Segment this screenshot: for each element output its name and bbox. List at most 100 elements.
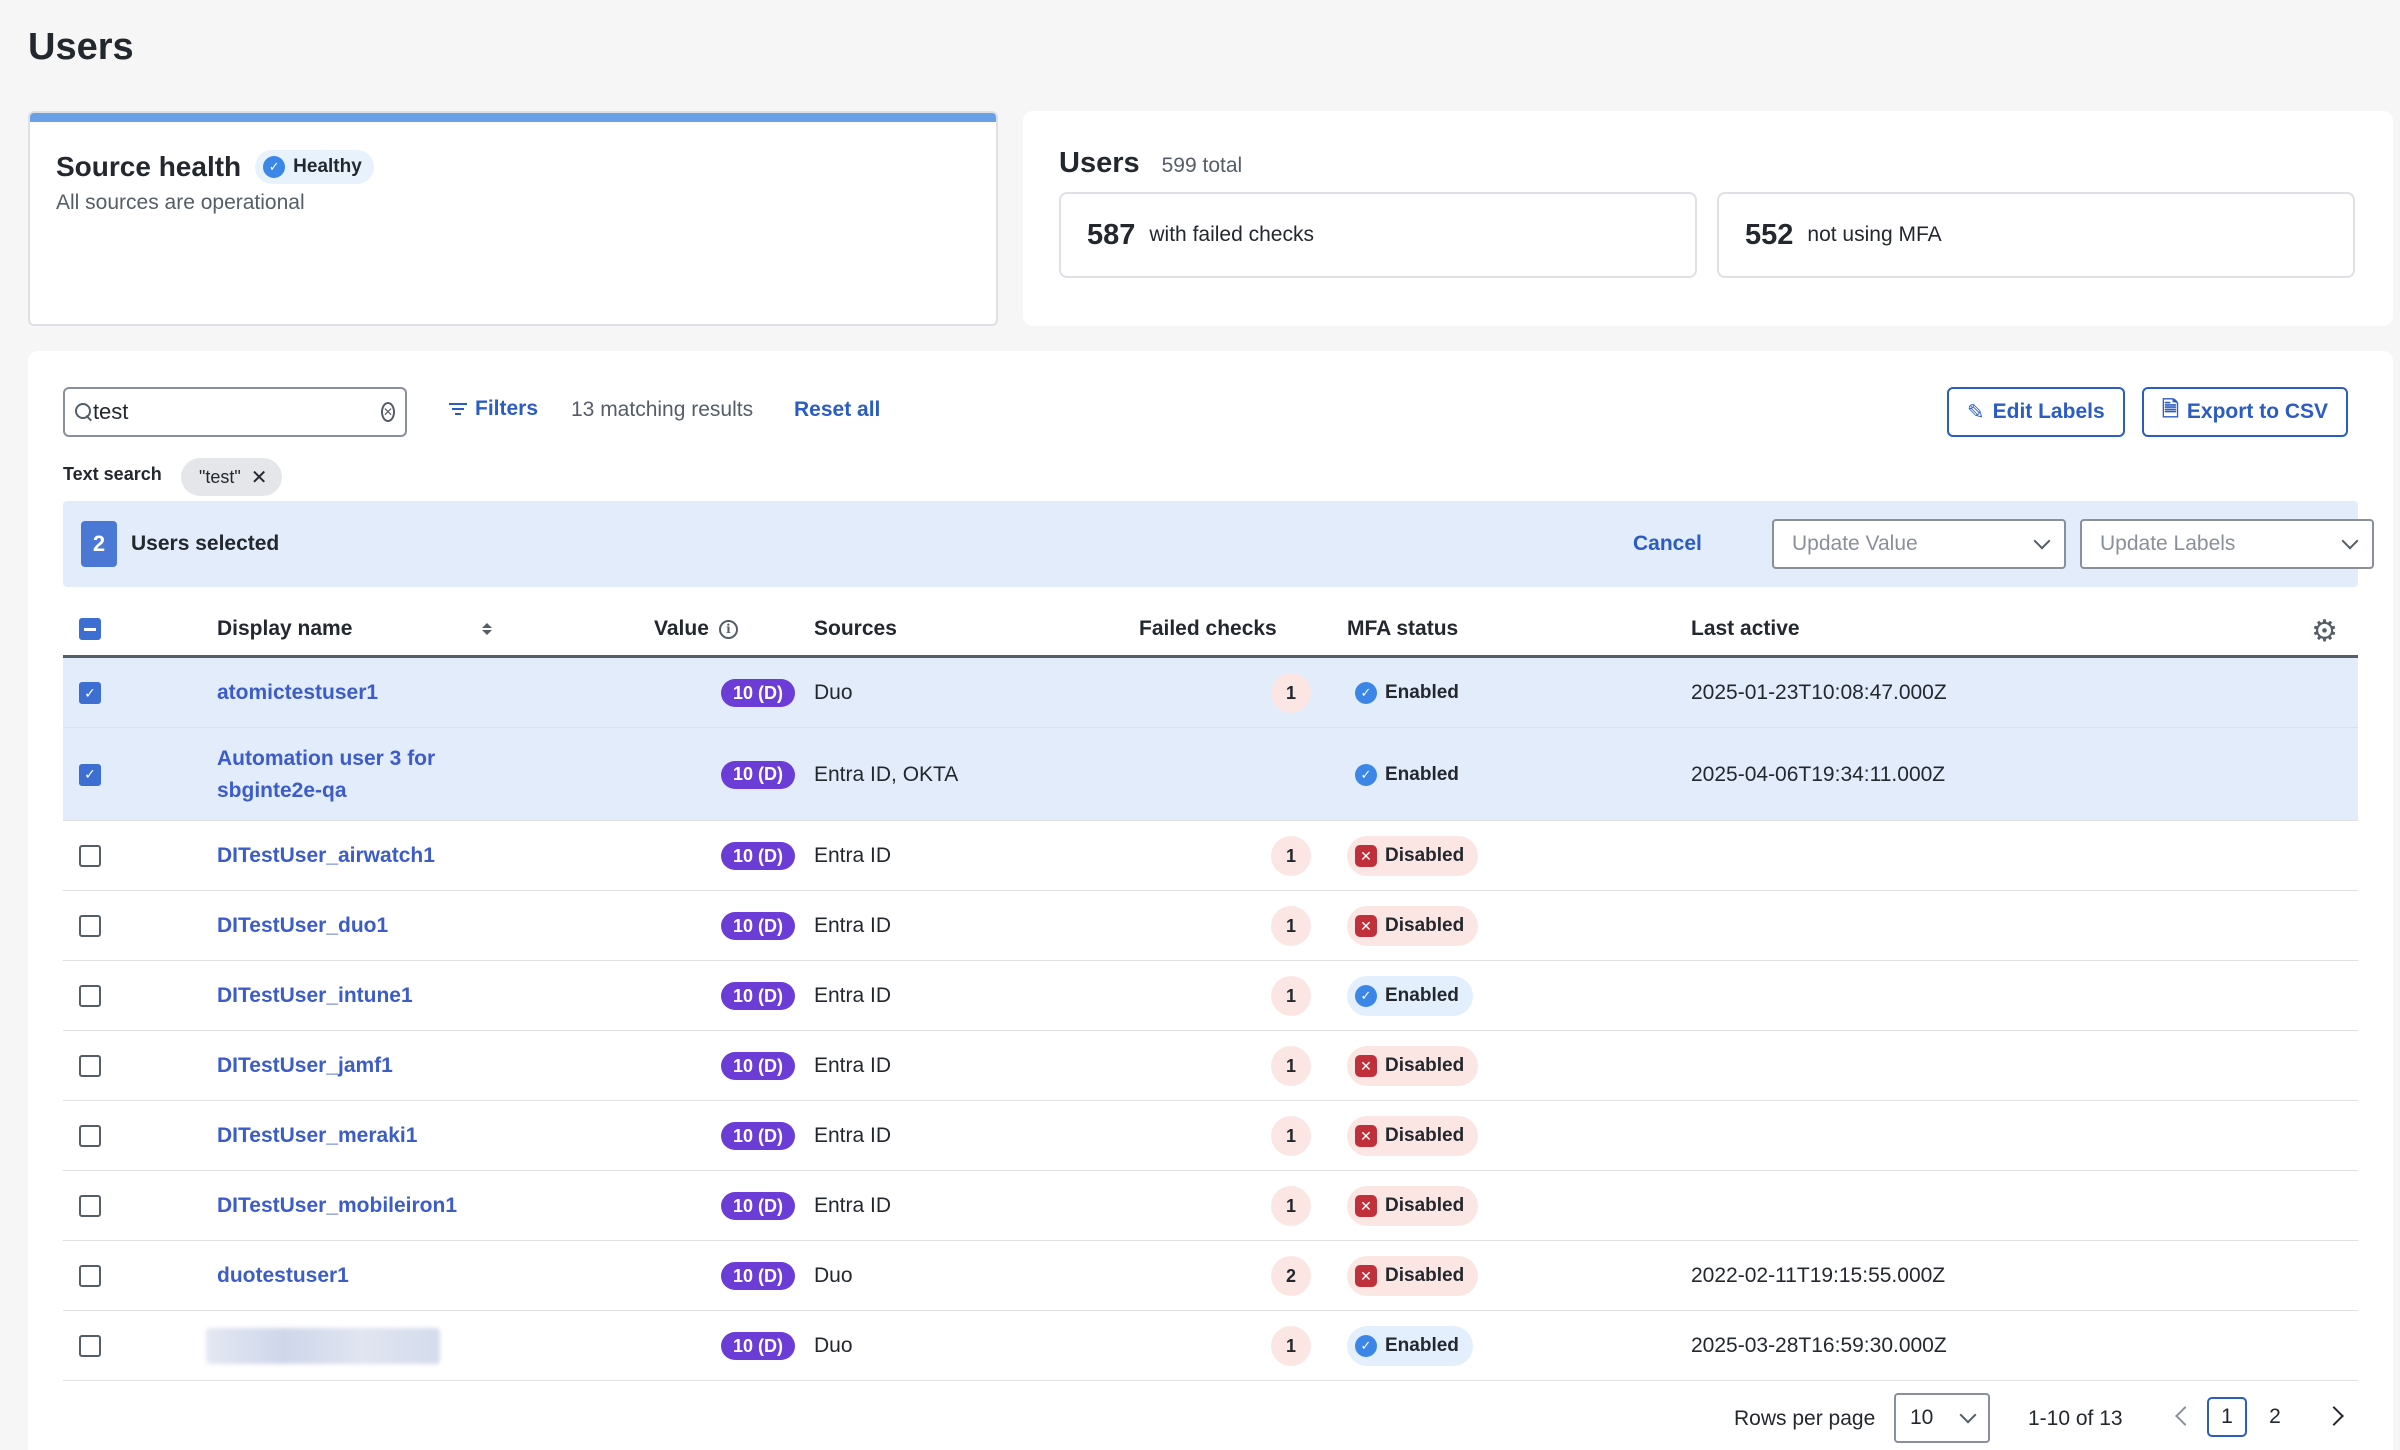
failed-checks-count[interactable]: 1	[1271, 906, 1311, 946]
update-labels-dropdown[interactable]: Update Labels	[2080, 519, 2374, 569]
mfa-status-badge: ✕ Disabled	[1347, 1256, 1479, 1296]
clear-search-icon[interactable]: ✕	[380, 402, 395, 422]
users-total: 599 total	[1161, 154, 1243, 177]
stat-label: not using MFA	[1807, 223, 1942, 246]
row-checkbox[interactable]	[79, 1055, 101, 1077]
update-value-dropdown[interactable]: Update Value	[1772, 519, 2066, 569]
row-checkbox[interactable]	[79, 1125, 101, 1147]
mfa-status-label: Enabled	[1385, 682, 1459, 703]
source-health-card: Source health ✓ Healthy All sources are …	[28, 111, 998, 326]
mfa-status-label: Disabled	[1385, 915, 1465, 936]
row-checkbox[interactable]: ✓	[79, 763, 101, 786]
table-row[interactable]: DITestUser_intune1 10 (D) Entra ID 1 ✓ Enable…	[63, 961, 2358, 1031]
prev-page-icon[interactable]	[2175, 1406, 2195, 1426]
user-name-link[interactable]: atomictestuser1	[217, 677, 378, 709]
user-name-link[interactable]: DITestUser_jamf1	[217, 1050, 393, 1082]
failed-checks-count[interactable]: 1	[1271, 1186, 1311, 1226]
export-csv-button[interactable]: 🗎 Export to CSV	[2142, 387, 2349, 437]
edit-labels-button[interactable]: ✎ Edit Labels	[1947, 387, 2125, 437]
health-status-bar	[30, 113, 996, 122]
last-active-cell: 2025-03-28T16:59:30.000Z	[1691, 1334, 1947, 1357]
page-range: 1-10 of 13	[2028, 1407, 2123, 1430]
mfa-status-label: Disabled	[1385, 1125, 1465, 1146]
column-sources: Sources	[814, 617, 897, 640]
column-display-name[interactable]: Display name	[217, 617, 493, 641]
user-name-link[interactable]: DITestUser_duo1	[217, 910, 388, 942]
no-mfa-stat[interactable]: 552 not using MFA	[1717, 192, 2355, 278]
reset-all-link[interactable]: Reset all	[794, 398, 880, 422]
failed-checks-count[interactable]: 1	[1271, 976, 1311, 1016]
mfa-status-badge: ✕ Disabled	[1347, 1046, 1479, 1086]
users-summary-card: Users 599 total 587 with failed checks 5…	[1023, 111, 2393, 326]
pagination: Rows per page 10 1-10 of 13 1 2	[28, 1393, 2393, 1443]
users-table: Display name Value i Sources Failed chec…	[63, 602, 2358, 1381]
value-badge: 10 (D)	[721, 679, 796, 707]
table-row[interactable]: DITestUser_meraki1 10 (D) Entra ID 1 ✕ Disabl…	[63, 1101, 2358, 1171]
matching-results: 13 matching results	[571, 398, 754, 421]
filters-label: Filters	[475, 397, 539, 420]
last-active-cell: 2025-01-23T10:08:47.000Z	[1691, 681, 1947, 704]
stat-value: 552	[1745, 218, 1794, 251]
table-row[interactable]: DITestUser_duo1 10 (D) Entra ID 1 ✕ Disabled	[63, 891, 2358, 961]
column-failed-checks: Failed checks	[1139, 617, 1277, 640]
row-checkbox[interactable]	[79, 845, 101, 867]
select-all-checkbox[interactable]	[79, 618, 101, 640]
page-1-button[interactable]: 1	[2207, 1397, 2247, 1437]
error-octagon-icon: ✕	[1355, 1265, 1377, 1287]
table-row[interactable]: DITestUser_mobileiron1 10 (D) Entra ID 1 ✕ Di…	[63, 1171, 2358, 1241]
failed-checks-count[interactable]: 1	[1271, 1326, 1311, 1366]
table-row[interactable]: ✓ atomictestuser1 10 (D) Duo 1 ✓ Enabled 2025-0…	[63, 658, 2358, 728]
table-row[interactable]: duotestuser1 10 (D) Duo 2 ✕ Disabled 2022-02-1…	[63, 1241, 2358, 1311]
search-input[interactable]	[92, 399, 381, 425]
failed-checks-stat[interactable]: 587 with failed checks	[1059, 192, 1697, 278]
mfa-status-badge: ✕ Disabled	[1347, 836, 1479, 876]
info-icon[interactable]: i	[718, 619, 738, 639]
search-box: ✕	[63, 387, 407, 437]
row-checkbox[interactable]	[79, 1335, 101, 1357]
row-checkbox[interactable]	[79, 1195, 101, 1217]
next-page-icon[interactable]	[2324, 1406, 2344, 1426]
table-row[interactable]: 10 (D) Duo 1 ✓ Enabled 2025-03-28T16:59:30.00…	[63, 1311, 2358, 1381]
failed-checks-count[interactable]: 1	[1271, 836, 1311, 876]
check-circle-icon: ✓	[1355, 763, 1377, 786]
filters-button[interactable]: Filters	[449, 397, 538, 421]
column-mfa-status: MFA status	[1347, 617, 1459, 640]
value-badge: 10 (D)	[721, 760, 796, 789]
gear-icon[interactable]: ⚙	[2311, 614, 2338, 649]
sort-icon[interactable]	[482, 623, 493, 635]
remove-chip-icon[interactable]: ✕	[251, 465, 268, 490]
rows-per-page-value: 10	[1910, 1406, 1934, 1429]
table-row[interactable]: DITestUser_jamf1 10 (D) Entra ID 1 ✕ Disabled	[63, 1031, 2358, 1101]
cancel-selection-button[interactable]: Cancel	[1633, 532, 1702, 556]
source-health-subtitle: All sources are operational	[56, 191, 305, 214]
user-name-link[interactable]: Automation user 3 for sbginte2e-qa	[217, 743, 435, 807]
last-active-cell: 2022-02-11T19:15:55.000Z	[1691, 1264, 1946, 1287]
sources-cell: Entra ID	[814, 1054, 892, 1077]
failed-checks-count[interactable]: 1	[1271, 1046, 1311, 1086]
failed-checks-count[interactable]: 2	[1271, 1256, 1311, 1296]
value-badge: 10 (D)	[721, 1052, 796, 1080]
user-name-link[interactable]: DITestUser_meraki1	[217, 1120, 417, 1152]
table-row[interactable]: ✓ Automation user 3 for sbginte2e-qa 10 (D)…	[63, 728, 2358, 821]
page-2-button[interactable]: 2	[2255, 1397, 2295, 1437]
user-name-link[interactable]: DITestUser_mobileiron1	[217, 1190, 457, 1222]
rows-per-page-select[interactable]: 10	[1894, 1393, 1990, 1443]
mfa-status-label: Enabled	[1385, 763, 1459, 785]
user-name-link[interactable]: duotestuser1	[217, 1260, 349, 1292]
row-checkbox[interactable]	[79, 915, 101, 937]
user-name-link[interactable]: DITestUser_intune1	[217, 980, 413, 1012]
column-last-active: Last active	[1691, 617, 1800, 640]
sources-cell: Duo	[814, 1264, 853, 1287]
value-badge: 10 (D)	[721, 1192, 796, 1220]
failed-checks-count[interactable]: 1	[1271, 673, 1311, 713]
row-checkbox[interactable]	[79, 1265, 101, 1287]
check-circle-icon: ✓	[1355, 1335, 1377, 1357]
table-row[interactable]: DITestUser_airwatch1 10 (D) Entra ID 1 ✕ Disa…	[63, 821, 2358, 891]
row-checkbox[interactable]: ✓	[79, 682, 101, 704]
check-circle-icon: ✓	[1355, 985, 1377, 1007]
failed-checks-count[interactable]: 1	[1271, 1116, 1311, 1156]
user-name-link[interactable]: DITestUser_airwatch1	[217, 840, 435, 872]
value-badge: 10 (D)	[721, 982, 796, 1010]
row-checkbox[interactable]	[79, 985, 101, 1007]
mfa-status-badge: ✕ Disabled	[1347, 1186, 1479, 1226]
